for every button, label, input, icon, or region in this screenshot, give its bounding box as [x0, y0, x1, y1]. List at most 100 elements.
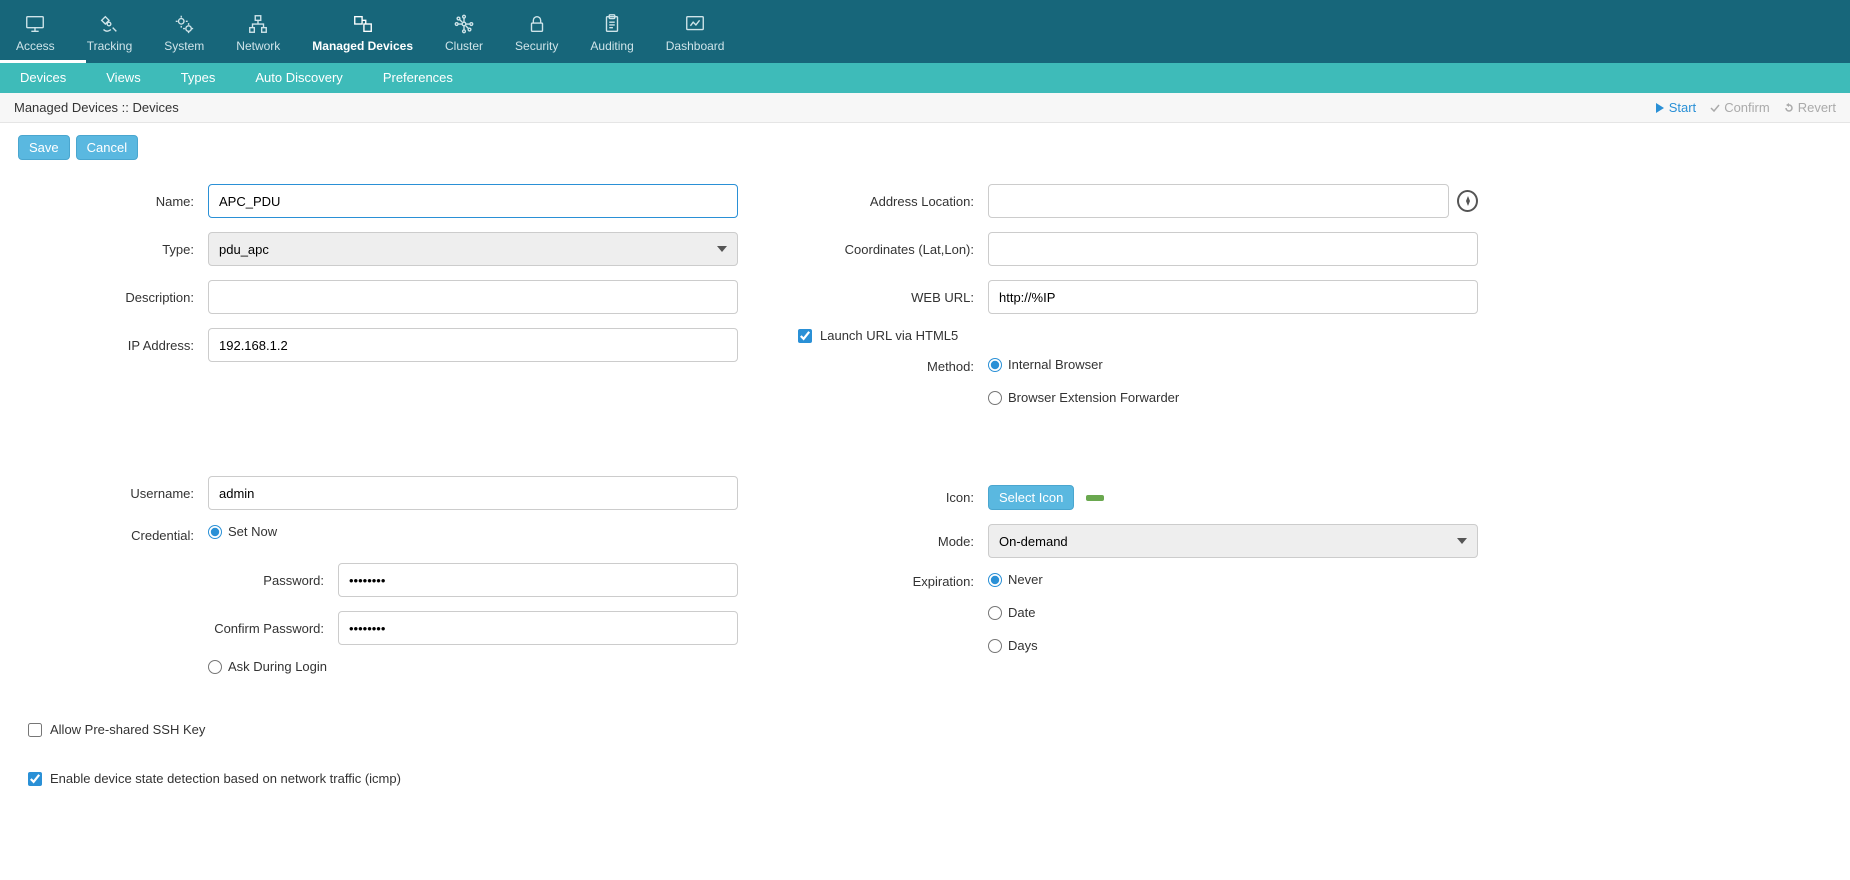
method-forwarder-radio[interactable]	[988, 391, 1002, 405]
icon-preview	[1084, 492, 1106, 504]
subnav-views[interactable]: Views	[86, 63, 160, 93]
chart-icon	[684, 13, 706, 35]
type-select[interactable]: pdu_apc	[208, 232, 738, 266]
credential-label: Credential:	[18, 524, 208, 543]
select-icon-button[interactable]: Select Icon	[988, 485, 1074, 510]
subnav-types[interactable]: Types	[161, 63, 236, 93]
topnav-system-label: System	[164, 39, 204, 53]
revert-action[interactable]: Revert	[1784, 100, 1836, 115]
start-label: Start	[1669, 100, 1696, 115]
expiration-label: Expiration:	[798, 572, 988, 589]
enable-icmp-label: Enable device state detection based on n…	[50, 771, 401, 786]
expiration-date-radio[interactable]	[988, 606, 1002, 620]
launch-html5-checkbox[interactable]	[798, 329, 812, 343]
topnav-tracking-label: Tracking	[87, 39, 133, 53]
mode-label: Mode:	[798, 534, 988, 549]
left-column: Name: Type: pdu_apc Description: IP Addr…	[18, 184, 738, 786]
save-button[interactable]: Save	[18, 135, 70, 160]
expiration-days-label: Days	[1008, 638, 1038, 653]
name-input[interactable]	[208, 184, 738, 218]
password-label: Password:	[18, 573, 338, 588]
revert-label: Revert	[1798, 100, 1836, 115]
allow-ssh-label: Allow Pre-shared SSH Key	[50, 722, 205, 737]
clipboard-icon	[601, 13, 623, 35]
topnav-network-label: Network	[236, 39, 280, 53]
check-icon	[1710, 103, 1720, 113]
confirm-password-label: Confirm Password:	[18, 621, 338, 636]
name-label: Name:	[18, 194, 208, 209]
compass-button[interactable]	[1457, 190, 1478, 212]
topnav-network[interactable]: Network	[220, 0, 296, 63]
topnav-cluster[interactable]: Cluster	[429, 0, 499, 63]
confirm-password-input[interactable]	[338, 611, 738, 645]
web-url-label: WEB URL:	[798, 290, 988, 305]
cancel-button[interactable]: Cancel	[76, 135, 138, 160]
coords-input[interactable]	[988, 232, 1478, 266]
credential-ask-radio[interactable]	[208, 660, 222, 674]
launch-html5-label: Launch URL via HTML5	[820, 328, 958, 343]
topnav-managed-devices[interactable]: Managed Devices	[296, 0, 429, 63]
credential-set-now-label: Set Now	[228, 524, 277, 539]
type-label: Type:	[18, 242, 208, 257]
credential-ask-label: Ask During Login	[228, 659, 327, 674]
topnav-tracking[interactable]: Tracking	[71, 0, 149, 63]
play-icon	[1655, 103, 1665, 113]
top-nav: Access Tracking System Network Managed D…	[0, 0, 1850, 63]
topnav-access-label: Access	[16, 39, 55, 53]
coords-label: Coordinates (Lat,Lon):	[798, 242, 988, 257]
address-location-input[interactable]	[988, 184, 1449, 218]
topnav-access[interactable]: Access	[0, 0, 71, 63]
gears-icon	[173, 13, 195, 35]
expiration-never-label: Never	[1008, 572, 1043, 587]
confirm-label: Confirm	[1724, 100, 1770, 115]
satellite-icon	[98, 13, 120, 35]
topnav-auditing-label: Auditing	[590, 39, 633, 53]
hierarchy-icon	[247, 13, 269, 35]
username-input[interactable]	[208, 476, 738, 510]
right-column: Address Location: Coordinates (Lat,Lon):…	[798, 184, 1478, 677]
topnav-dashboard[interactable]: Dashboard	[650, 0, 741, 63]
allow-ssh-checkbox[interactable]	[28, 723, 42, 737]
address-location-label: Address Location:	[798, 194, 988, 209]
method-internal-radio[interactable]	[988, 358, 1002, 372]
method-forwarder-label: Browser Extension Forwarder	[1008, 390, 1179, 405]
description-label: Description:	[18, 290, 208, 305]
topnav-cluster-label: Cluster	[445, 39, 483, 53]
lock-icon	[526, 13, 548, 35]
enable-icmp-checkbox[interactable]	[28, 772, 42, 786]
breadcrumb: Managed Devices :: Devices	[14, 100, 179, 115]
devices-icon	[352, 13, 374, 35]
expiration-never-radio[interactable]	[988, 573, 1002, 587]
method-internal-label: Internal Browser	[1008, 357, 1103, 372]
button-row: Save Cancel	[18, 135, 1832, 160]
expiration-days-radio[interactable]	[988, 639, 1002, 653]
start-action[interactable]: Start	[1655, 100, 1696, 115]
ip-label: IP Address:	[18, 338, 208, 353]
hub-icon	[453, 13, 475, 35]
password-input[interactable]	[338, 563, 738, 597]
credential-set-now-radio[interactable]	[208, 525, 222, 539]
expiration-date-label: Date	[1008, 605, 1035, 620]
subnav-auto-discovery[interactable]: Auto Discovery	[235, 63, 362, 93]
breadcrumb-row: Managed Devices :: Devices Start Confirm…	[0, 93, 1850, 123]
topnav-security[interactable]: Security	[499, 0, 574, 63]
compass-icon	[1462, 195, 1474, 207]
topnav-system[interactable]: System	[148, 0, 220, 63]
confirm-action[interactable]: Confirm	[1710, 100, 1770, 115]
icon-label: Icon:	[798, 490, 988, 505]
monitor-icon	[24, 13, 46, 35]
topnav-managed-devices-label: Managed Devices	[312, 39, 413, 53]
username-label: Username:	[18, 486, 208, 501]
subnav-preferences[interactable]: Preferences	[363, 63, 473, 93]
web-url-input[interactable]	[988, 280, 1478, 314]
subnav-devices[interactable]: Devices	[0, 63, 86, 93]
sub-nav: Devices Views Types Auto Discovery Prefe…	[0, 63, 1850, 93]
topnav-security-label: Security	[515, 39, 558, 53]
ip-input[interactable]	[208, 328, 738, 362]
topnav-auditing[interactable]: Auditing	[574, 0, 649, 63]
action-bar: Start Confirm Revert	[1655, 100, 1836, 115]
form-columns: Name: Type: pdu_apc Description: IP Addr…	[18, 184, 1832, 786]
revert-icon	[1784, 103, 1794, 113]
mode-select[interactable]: On-demand	[988, 524, 1478, 558]
description-input[interactable]	[208, 280, 738, 314]
